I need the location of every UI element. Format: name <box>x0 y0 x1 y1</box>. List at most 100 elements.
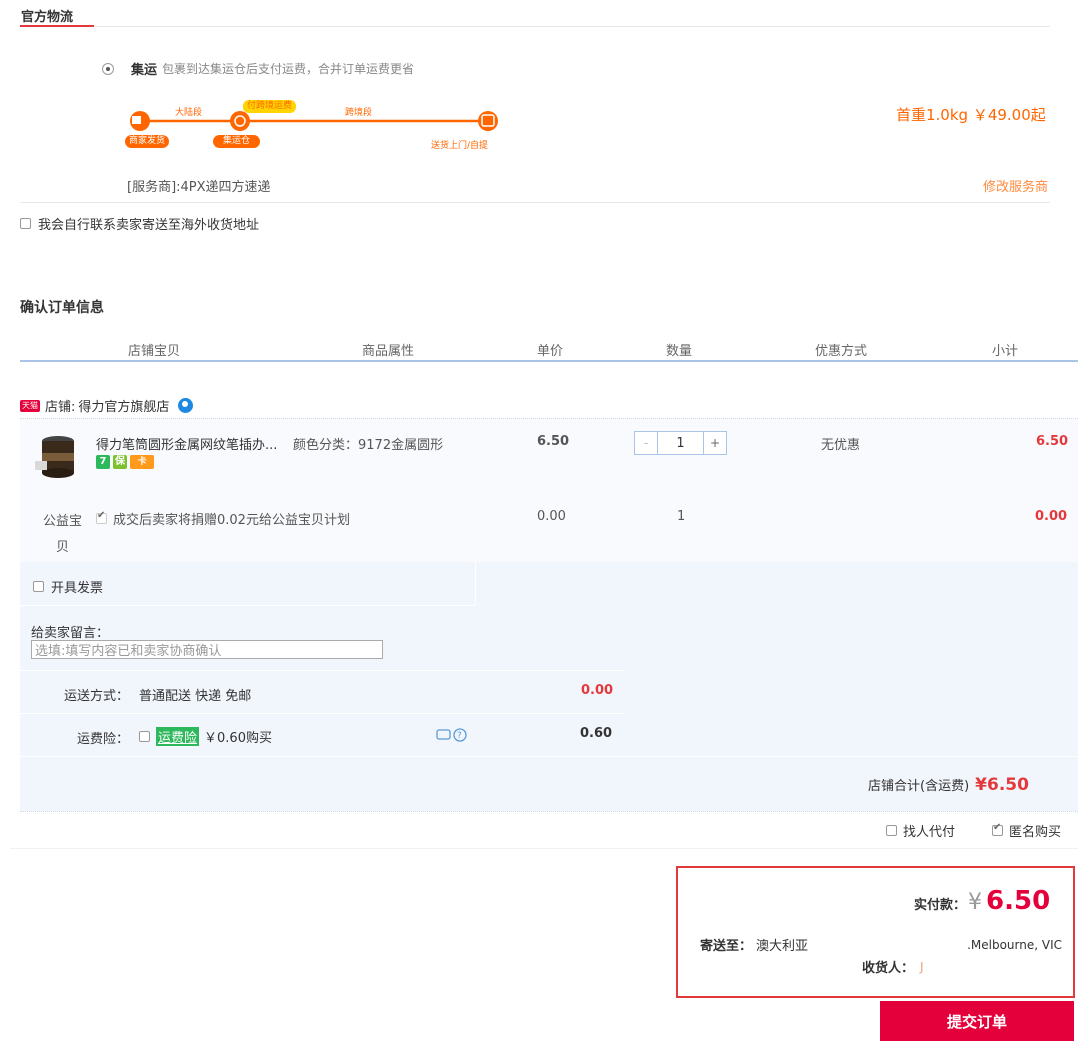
insurance-price: 0.60 <box>580 726 613 741</box>
receiver-label: 收货人： <box>862 961 915 976</box>
total-divider <box>20 756 1078 757</box>
charity-price: 0.00 <box>537 509 566 524</box>
receiver-value: J <box>920 959 924 974</box>
item-subtotal: 6.50 <box>1036 434 1069 449</box>
anonymous-label: 匿名购买 <box>1009 825 1062 840</box>
invoice-cell-divider-v <box>475 562 476 605</box>
product-thumbnail[interactable] <box>33 431 83 481</box>
shipping-value: 普通配送 快递 免邮 <box>139 689 252 704</box>
message-label: 给卖家留言： <box>31 626 110 641</box>
ship-to-country: 澳大利亚 <box>756 939 809 954</box>
provider-divider <box>20 202 1050 203</box>
item-price: 6.50 <box>537 434 570 449</box>
item-attribute: 颜色分类：9172金属圆形 <box>293 438 444 453</box>
paid-label: 实付款： <box>914 898 967 913</box>
consolidation-radio[interactable] <box>102 62 114 75</box>
self-contact-checkbox[interactable] <box>20 218 31 229</box>
pay-for-me-checkbox[interactable] <box>886 825 897 836</box>
invoice-checkbox[interactable] <box>33 581 44 592</box>
charity-desc: 成交后卖家将捐赠0.02元给公益宝贝计划 <box>113 513 350 528</box>
paid-currency: ¥ <box>968 890 983 915</box>
consolidation-option[interactable]: 集运 包裹到达集运仓后支付运费，合并订单运费更省 <box>102 59 414 78</box>
insurance-divider <box>20 713 624 714</box>
self-contact-label: 我会自行联系卖家寄送至海外收货地址 <box>38 218 260 233</box>
logistics-price: 首重1.0kg ￥49.00起 <box>896 106 1046 124</box>
col-price: 单价 <box>537 344 564 359</box>
table-header-line <box>20 360 1078 362</box>
charity-label: 公益宝 贝 <box>43 509 82 561</box>
route-node2: 集运仓 <box>213 135 261 148</box>
col-attributes: 商品属性 <box>362 344 415 359</box>
quantity-minus-button[interactable]: - <box>635 432 658 454</box>
paid-amount: 6.50 <box>986 886 1051 916</box>
ship-to-label: 寄送至： <box>700 939 753 954</box>
col-shop-items: 店铺宝贝 <box>128 344 181 359</box>
item-service-tags: 7 保 卡 <box>96 455 157 469</box>
col-subtotal: 小计 <box>992 344 1019 359</box>
charity-subtotal: 0.00 <box>1035 509 1068 524</box>
charity-checkbox[interactable] <box>96 510 107 524</box>
route-leg1: 大陆段 <box>175 108 203 118</box>
seven-day-return-icon[interactable]: 7 <box>96 455 110 469</box>
charity-quantity: 1 <box>677 509 686 524</box>
insurance-checkbox[interactable] <box>139 731 150 742</box>
col-discount: 优惠方式 <box>815 344 868 359</box>
item-title-link[interactable]: 得力笔筒圆形金属网纹笔插办... <box>96 434 277 453</box>
message-input[interactable]: 选填:填写内容已和卖家协商确认 <box>31 640 383 659</box>
shop-total-amount: ¥6.50 <box>975 775 1029 795</box>
invoice-label: 开具发票 <box>51 581 104 596</box>
anonymous-option[interactable]: 匿名购买 <box>992 821 1061 840</box>
logistics-title-underline <box>20 25 94 27</box>
self-contact-option[interactable]: 我会自行联系卖家寄送至海外收货地址 <box>20 214 259 233</box>
credit-card-icon[interactable]: 卡 <box>130 455 154 469</box>
insurance-price-text: ￥0.60购买 <box>204 731 272 746</box>
route-pay-badge: 付跨境运费 <box>243 100 297 113</box>
quantity-stepper[interactable]: - 1 + <box>634 431 727 455</box>
shop-total: 店铺合计(含运费) ¥6.50 <box>868 775 1029 795</box>
quantity-input[interactable]: 1 <box>658 432 703 454</box>
charity-label-line2: 贝 <box>56 540 70 555</box>
quantity-plus-button[interactable]: + <box>703 432 726 454</box>
chat-question-icon: ? <box>436 728 467 742</box>
route-node1: 商家发货 <box>125 135 170 148</box>
shop-name[interactable]: 得力官方旗舰店 <box>78 396 169 415</box>
shipping-divider <box>20 670 624 671</box>
insurance-label: 运费险： <box>77 732 130 747</box>
provider-text: [服务商]:4PX递四方速递 <box>127 180 271 195</box>
receiver-row: 收货人： J <box>862 957 924 977</box>
anonymous-checkbox[interactable] <box>992 822 1003 836</box>
shipping-label: 运送方式： <box>64 689 130 704</box>
tmall-badge: 天猫 <box>20 399 40 412</box>
shipping-price: 0.00 <box>581 683 614 698</box>
pay-for-me-label: 找人代付 <box>903 825 956 840</box>
item-discount: 无优惠 <box>821 438 861 453</box>
route-leg2: 跨境段 <box>345 108 373 118</box>
extras-bottom-divider <box>20 811 1078 812</box>
svg-text:?: ? <box>457 731 462 741</box>
change-provider-link[interactable]: 修改服务商 <box>983 176 1048 195</box>
pay-for-me-option[interactable]: 找人代付 <box>886 821 955 840</box>
consolidation-name: 集运 <box>131 63 158 78</box>
order-section-title: 确认订单信息 <box>20 300 104 316</box>
consolidation-desc: 包裹到达集运仓后支付运费，合并订单运费更省 <box>162 62 415 76</box>
logistics-section-title: 官方物流 <box>21 10 74 25</box>
product-image <box>35 436 74 478</box>
charity-option: 成交后卖家将捐赠0.02元给公益宝贝计划 <box>96 509 350 528</box>
ship-to-city: .Melbourne, VIC <box>967 937 1062 952</box>
insurance-option[interactable]: 运费险 ￥0.60购买 <box>139 727 272 746</box>
shop-header: 天猫 店铺: 得力官方旗舰店 <box>20 396 194 415</box>
logistics-title-divider <box>94 26 1050 27</box>
shop-total-label: 店铺合计(含运费) <box>868 779 970 794</box>
paid-amount-row: 实付款： ¥ 6.50 <box>914 886 1050 916</box>
route-node3: 送货上门/自提 <box>431 141 489 151</box>
insurance-name[interactable]: 运费险 <box>156 727 200 746</box>
col-quantity: 数量 <box>666 344 693 359</box>
insurance-help-icon[interactable]: ? <box>436 727 468 743</box>
charity-label-line1: 公益宝 <box>43 514 83 529</box>
guarantee-icon[interactable]: 保 <box>113 455 127 469</box>
ship-to-row: 寄送至： 澳大利亚 .Melbourne, VIC <box>700 935 1062 955</box>
wangwang-chat-icon[interactable] <box>178 398 194 413</box>
submit-order-button[interactable]: 提交订单 <box>880 1001 1074 1041</box>
options-divider <box>10 848 1078 849</box>
invoice-option[interactable]: 开具发票 <box>33 577 103 596</box>
